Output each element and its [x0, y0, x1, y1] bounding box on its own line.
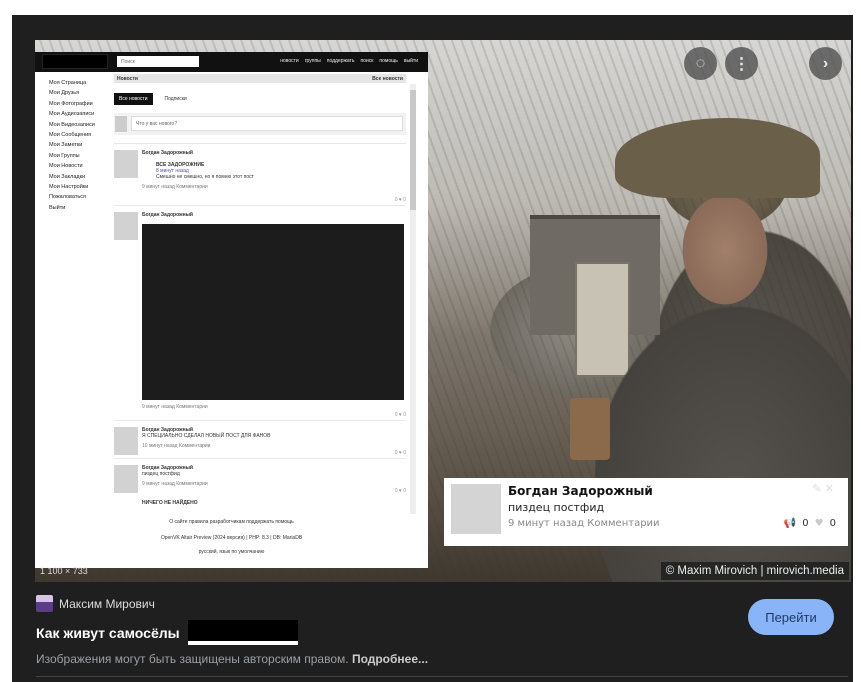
inner-sidebar-item: Моя Страница [49, 80, 87, 86]
inner-sidebar-item: Пожаловаться [49, 194, 86, 201]
inner-footer-version: OpenVK Altair Preview (2024 версия) | PH… [160, 535, 303, 541]
inner-sidebar: Моя Страница Мои Друзья Мои Фотографии М… [49, 78, 95, 213]
avatar [114, 427, 138, 455]
inner-sidebar-item: Мои Новости [49, 163, 83, 170]
repost-count: 0 [802, 518, 809, 529]
learn-more-link[interactable]: Подробнее... [352, 652, 428, 666]
inner-sidebar-item: Выйти [49, 204, 66, 211]
inner-nav-item: поддержать [326, 58, 355, 64]
redacted-box [187, 620, 298, 645]
post-likes: 0 ♥ 0 [394, 488, 406, 494]
inner-sidebar-item: Мои Друзья [49, 90, 80, 97]
inner-sidebar-item: Мои Группы [49, 152, 80, 159]
inner-tab: Подписки [164, 96, 187, 102]
redacted-image [142, 224, 404, 400]
lens-icon: ◌ [695, 54, 706, 72]
pin-close-icon: ✎ ✕ [812, 482, 834, 495]
compose-input: Что у вас нового? [131, 116, 403, 131]
post-likes: 0 ♥ 0 [394, 197, 406, 203]
inner-sidebar-item: Мои Сообщения [49, 132, 92, 139]
avatar [114, 465, 138, 493]
inner-sidebar-item: Мои Аудиозаписи [49, 111, 95, 118]
inner-post: Богдан Задорожный Я СПЕЦИАЛЬНО СДЕЛАЛ НО… [114, 420, 406, 458]
post-likes: 0 ♥ 0 [394, 412, 406, 418]
post-author: Богдан Задорожный [142, 212, 193, 218]
chevron-right-icon: › [822, 54, 829, 72]
card-author: Богдан Задорожный [508, 484, 653, 498]
inner-feed: Новости Все новости Все новости Подписки Ч… [114, 74, 406, 506]
inner-sidebar-item: Мои Закладки [49, 173, 86, 180]
inner-sidebar-item: Мои Видеозаписи [49, 121, 95, 128]
next-button[interactable]: › [809, 47, 842, 80]
social-network-screenshot: Поиск новости группы поддержать поиск по… [35, 52, 428, 568]
image-dimensions: 1 100 × 733 [40, 566, 88, 576]
avatar [115, 116, 127, 132]
inner-sidebar-item: Мои Фотографии [49, 100, 93, 107]
card-text: пиздец постфид [508, 501, 605, 514]
copyright-text: Изображения могут быть защищены авторски… [36, 652, 349, 666]
inner-header: Поиск новости группы поддержать поиск по… [35, 52, 428, 72]
avatar [114, 150, 138, 178]
inner-sidebar-item: Мои Настройки [49, 184, 89, 191]
repost-icon: 📢 [783, 518, 797, 529]
inner-tab: Все новости [114, 93, 153, 105]
post-text: пиздец постфид [142, 471, 180, 477]
inner-post: Богдан Задорожный ВСЕ ЗАДОРОЖНИЕ 8 минут… [114, 143, 406, 205]
source-name: Максим Мирович [59, 596, 155, 611]
inner-search: Поиск [117, 56, 199, 67]
more-label: НИЧЕГО НЕ НАЙДЕНО [142, 500, 198, 506]
post-meta: 9 минут назад Комментарии [142, 481, 208, 487]
inner-nav-item: помощь [379, 58, 398, 64]
inner-post: Богдан Задорожный пиздец постфид 9 минут… [114, 458, 406, 496]
avatar [114, 212, 138, 240]
divider [36, 676, 848, 677]
inner-nav: новости группы поддержать поиск помощь в… [280, 58, 418, 64]
lens-button[interactable]: ◌ [684, 47, 717, 80]
inner-nav-item: выйти [403, 58, 418, 64]
post-author: Богдан Задорожный [142, 150, 193, 156]
inner-sidebar-item: Мои Заметки [49, 142, 83, 149]
inner-scrollbar [410, 84, 416, 514]
copyright-notice: Изображения могут быть защищены авторски… [36, 652, 428, 666]
inner-footer-lang: русский, язык по умолчанию [198, 549, 265, 555]
inner-nav-item: поиск [360, 58, 374, 64]
visit-button[interactable]: Перейти [748, 599, 834, 635]
post-meta: 9 минут назад Комментарии [142, 184, 208, 190]
post-likes: 0 ♥ 0 [394, 450, 406, 456]
post-text: Смешно не смешно, но я помню этот пост [156, 174, 254, 180]
inner-footer-links: О сайте правила разработчикам поддержать… [169, 519, 294, 525]
post-text: Я СПЕЦИАЛЬНО СДЕЛАЛ НОВЫЙ ПОСТ ДЛЯ ФАНОВ [142, 433, 271, 439]
card-meta: 9 минут назад Комментарии [508, 518, 660, 529]
more-button[interactable]: ⋮ [725, 47, 758, 80]
cup [570, 398, 610, 460]
like-count: 0 [829, 518, 836, 529]
post-card-overlay: Богдан Задорожный пиздец постфид 9 минут… [444, 478, 848, 546]
source-link[interactable]: Максим Мирович [36, 595, 155, 612]
more-vert-icon: ⋮ [733, 55, 750, 73]
heart-icon: ♥ [814, 518, 824, 529]
inner-nav-item: новости [280, 58, 299, 64]
image-title: Как живут самосёлы [36, 624, 180, 641]
inner-post: Богдан Задорожный 9 минут назад Коммента… [114, 205, 406, 420]
image-title-link[interactable]: Как живут самосёлы [36, 620, 298, 645]
photo-credit: © Maxim Mirovich | mirovich.media [660, 562, 849, 580]
inner-logo-redacted [42, 54, 108, 69]
post-meta: 10 минут назад Комментарии [142, 443, 211, 449]
avatar [451, 484, 501, 534]
inner-nav-item: группы [304, 58, 321, 64]
source-avatar [36, 595, 53, 612]
feed-all: Все новости [372, 76, 403, 82]
feed-title: Новости [117, 76, 138, 82]
post-meta: 9 минут назад Комментарии [142, 404, 208, 410]
